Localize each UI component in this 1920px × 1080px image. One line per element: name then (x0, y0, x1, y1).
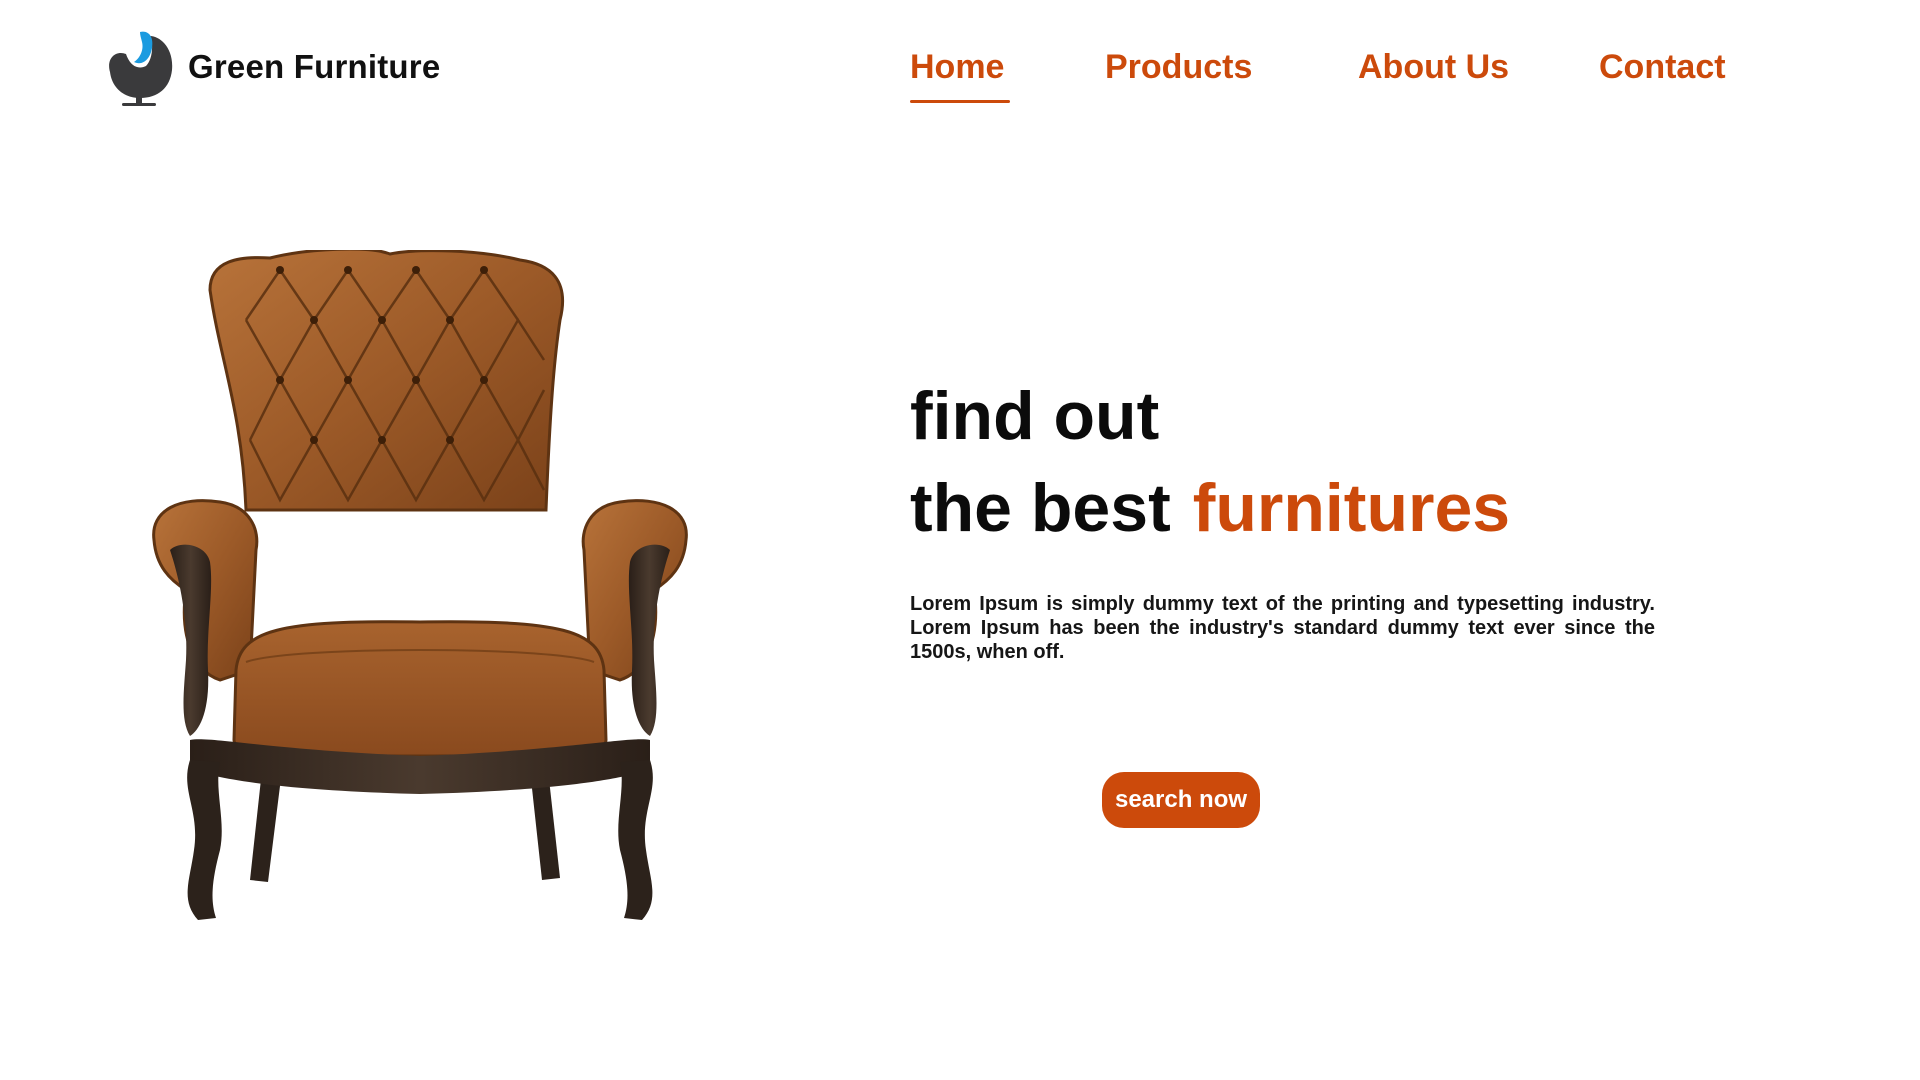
brand[interactable]: Green Furniture (104, 26, 440, 108)
hero-description: Lorem Ipsum is simply dummy text of the … (910, 593, 1655, 663)
hero-title-accent: furnitures (1192, 470, 1511, 546)
hero-title-line2: the best furnitures (910, 474, 1510, 542)
nav-home[interactable]: Home (910, 48, 1011, 103)
landing-page: Green Furniture Home Products About Us C… (0, 0, 1920, 1080)
hero-title-line1: find out (910, 378, 1160, 454)
nav-products[interactable]: Products (1105, 48, 1252, 87)
search-now-button[interactable]: search now (1102, 772, 1260, 828)
leather-armchair-image (150, 247, 690, 935)
nav-contact[interactable]: Contact (1599, 48, 1726, 87)
egg-chair-logo-icon (104, 26, 174, 108)
hero-title-prefix: the best (910, 470, 1171, 546)
brand-name: Green Furniture (188, 48, 441, 85)
nav-about-us[interactable]: About Us (1358, 48, 1509, 87)
